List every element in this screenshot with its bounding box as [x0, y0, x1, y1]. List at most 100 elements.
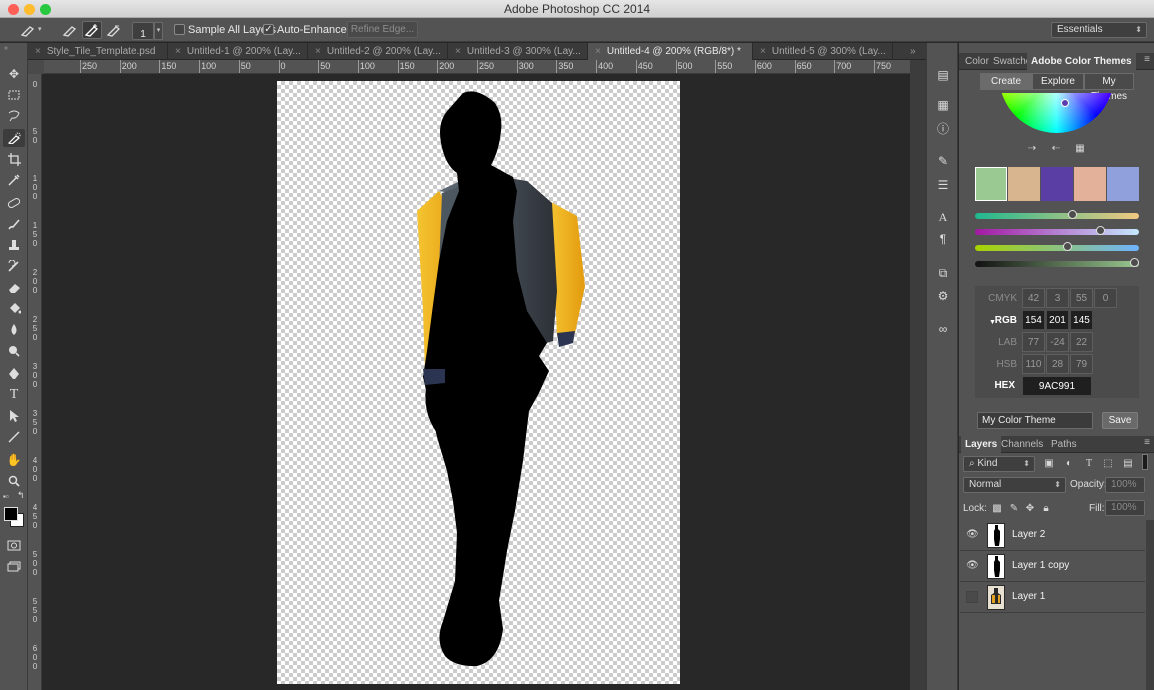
lock-transparent-pixels-icon[interactable]: ▩ — [990, 502, 1004, 515]
rgb-disclosure-icon[interactable]: ▼ — [989, 319, 996, 326]
lock-all-icon[interactable]: 🔒︎ — [1039, 502, 1053, 515]
eyedropper-tool-icon[interactable] — [3, 171, 25, 189]
sample-all-layers-checkbox[interactable] — [174, 24, 185, 35]
lasso-tool-icon[interactable] — [3, 107, 25, 125]
clone-stamp-tool-icon[interactable] — [3, 236, 25, 254]
line-tool-icon[interactable] — [3, 428, 25, 446]
slider-knob[interactable] — [1095, 226, 1105, 235]
layer-row[interactable]: 👁︎ Layer 2 — [960, 520, 1145, 551]
color-value-field[interactable]: 42 — [1022, 288, 1045, 308]
close-tab-icon[interactable]: × — [595, 46, 601, 57]
color-wheel[interactable] — [999, 93, 1114, 133]
panel-menu-icon[interactable]: ≡ — [1144, 54, 1150, 65]
type-layer-filter-icon[interactable]: T — [1082, 457, 1096, 470]
tool-presets-panel-icon[interactable]: ⚙ — [934, 288, 952, 304]
color-mode-label[interactable]: LAB — [981, 337, 1017, 348]
color-mode-label[interactable]: CMYK — [981, 293, 1017, 304]
theme-swatch[interactable] — [1008, 167, 1040, 201]
layer-row[interactable]: 👁︎ Layer 1 copy — [960, 551, 1145, 582]
layer-filter-select[interactable]: ⌕ Kind ⬍ — [963, 456, 1035, 472]
close-tab-icon[interactable]: × — [35, 46, 41, 57]
filter-toggle-switch[interactable] — [1142, 454, 1148, 470]
theme-swatch[interactable] — [1074, 167, 1106, 201]
hand-tool-icon[interactable]: ✋ — [3, 451, 25, 469]
eraser-tool-icon[interactable] — [3, 278, 25, 296]
explore-mode-button[interactable]: Explore — [1032, 73, 1084, 90]
color-value-field[interactable]: 154 — [1022, 310, 1045, 330]
new-selection-mode-button[interactable] — [60, 21, 80, 39]
create-mode-button[interactable]: Create — [980, 73, 1032, 90]
close-tab-icon[interactable]: × — [455, 46, 461, 57]
swap-colors-icon[interactable]: ↰ — [17, 490, 25, 501]
lock-position-icon[interactable]: ✥ — [1023, 502, 1037, 515]
history-brush-tool-icon[interactable] — [3, 257, 25, 275]
color-slider[interactable] — [975, 210, 1139, 219]
close-tab-icon[interactable]: × — [760, 46, 766, 57]
tab-untitled-3[interactable]: × Untitled-3 @ 300% (Lay... — [448, 43, 588, 60]
healing-brush-tool-icon[interactable] — [3, 194, 25, 212]
crop-tool-icon[interactable] — [3, 150, 25, 168]
eye-icon[interactable]: 👁︎ — [966, 529, 979, 541]
color-value-field[interactable]: 145 — [1070, 310, 1093, 330]
workspace-switcher[interactable]: Essentials ⬍ — [1051, 22, 1147, 38]
brush-tool-icon[interactable] — [3, 215, 25, 233]
default-colors-icon[interactable]: ▪▫ — [3, 492, 9, 501]
color-value-field[interactable]: 0 — [1094, 288, 1117, 308]
brush-size-dropdown-icon[interactable]: ▾ — [154, 22, 163, 40]
color-mode-label[interactable]: HSB — [981, 359, 1017, 370]
refine-edge-button[interactable]: Refine Edge... — [347, 21, 418, 38]
properties-panel-icon[interactable]: ▦ — [934, 97, 952, 113]
layer-name[interactable]: Layer 1 copy — [1012, 560, 1069, 571]
color-slider[interactable] — [975, 242, 1139, 251]
color-rule-grid-icon[interactable]: ▦ — [1073, 142, 1087, 155]
path-selection-tool-icon[interactable] — [3, 407, 25, 425]
color-value-field[interactable]: 201 — [1046, 310, 1069, 330]
tab-style-tile-template[interactable]: × Style_Tile_Template.psd — [28, 43, 168, 60]
lock-image-pixels-icon[interactable]: ✎ — [1007, 502, 1021, 515]
ruler-origin[interactable] — [28, 60, 44, 74]
slider-knob[interactable] — [1068, 210, 1077, 219]
zoom-window-button[interactable] — [40, 4, 51, 15]
color-value-field[interactable]: 79 — [1070, 354, 1093, 374]
foreground-color-swatch[interactable] — [4, 507, 18, 521]
tab-channels[interactable]: Channels — [997, 436, 1047, 453]
auto-enhance-checkbox[interactable]: ✓ — [263, 24, 274, 35]
type-tool-icon[interactable]: T — [3, 386, 25, 404]
slider-knob[interactable] — [1130, 258, 1139, 267]
dodge-tool-icon[interactable] — [3, 342, 25, 360]
minimize-window-button[interactable] — [24, 4, 35, 15]
my-themes-mode-button[interactable]: My Themes — [1084, 73, 1134, 102]
shape-layer-filter-icon[interactable]: ⬚ — [1101, 457, 1115, 470]
layer-row[interactable]: Layer 1 — [960, 582, 1145, 613]
more-tabs-icon[interactable]: » — [910, 43, 916, 60]
theme-swatch[interactable] — [1107, 167, 1139, 201]
tab-layers[interactable]: Layers — [961, 436, 1002, 453]
add-to-selection-mode-button[interactable] — [82, 21, 102, 39]
marquee-tool-icon[interactable] — [3, 86, 25, 104]
layer-name[interactable]: Layer 2 — [1012, 529, 1045, 540]
slider-knob[interactable] — [1063, 242, 1073, 251]
color-value-field[interactable]: 110 — [1022, 354, 1045, 374]
layer-name[interactable]: Layer 1 — [1012, 591, 1045, 602]
adjustment-layer-filter-icon[interactable]: ◐ — [1062, 457, 1076, 470]
collapse-tools-icon[interactable]: » — [4, 45, 8, 52]
tab-adobe-color-themes[interactable]: Adobe Color Themes — [1027, 53, 1136, 70]
tab-untitled-2[interactable]: × Untitled-2 @ 200% (Lay... — [308, 43, 448, 60]
vertical-ruler[interactable]: 0 50 100 150 200 250 300 350 400 450 500 550 600 — [28, 74, 42, 690]
smart-object-filter-icon[interactable]: ▤ — [1121, 457, 1135, 470]
preset-chevron-icon[interactable]: ▾ — [38, 25, 42, 33]
color-mode-label[interactable]: RGB — [981, 315, 1017, 326]
add-from-foreground-icon[interactable]: ⇢ — [1025, 142, 1039, 155]
layers-scrollbar[interactable] — [1146, 520, 1154, 690]
add-to-foreground-icon[interactable]: ⇠ — [1049, 142, 1063, 155]
tab-untitled-4[interactable]: × Untitled-4 @ 200% (RGB/8*) * — [588, 43, 753, 60]
color-value-field[interactable]: 28 — [1046, 354, 1069, 374]
zoom-tool-icon[interactable] — [3, 472, 25, 490]
pixel-layer-filter-icon[interactable]: ▣ — [1042, 457, 1056, 470]
panel-menu-icon[interactable]: ≡ — [1144, 437, 1150, 448]
quick-mask-icon[interactable] — [3, 536, 25, 554]
character-panel-icon[interactable]: A — [934, 209, 952, 225]
close-tab-icon[interactable]: × — [315, 46, 321, 57]
adjustments-panel-icon[interactable]: ☰ — [934, 177, 952, 193]
paragraph-panel-icon[interactable]: ¶ — [934, 231, 952, 247]
